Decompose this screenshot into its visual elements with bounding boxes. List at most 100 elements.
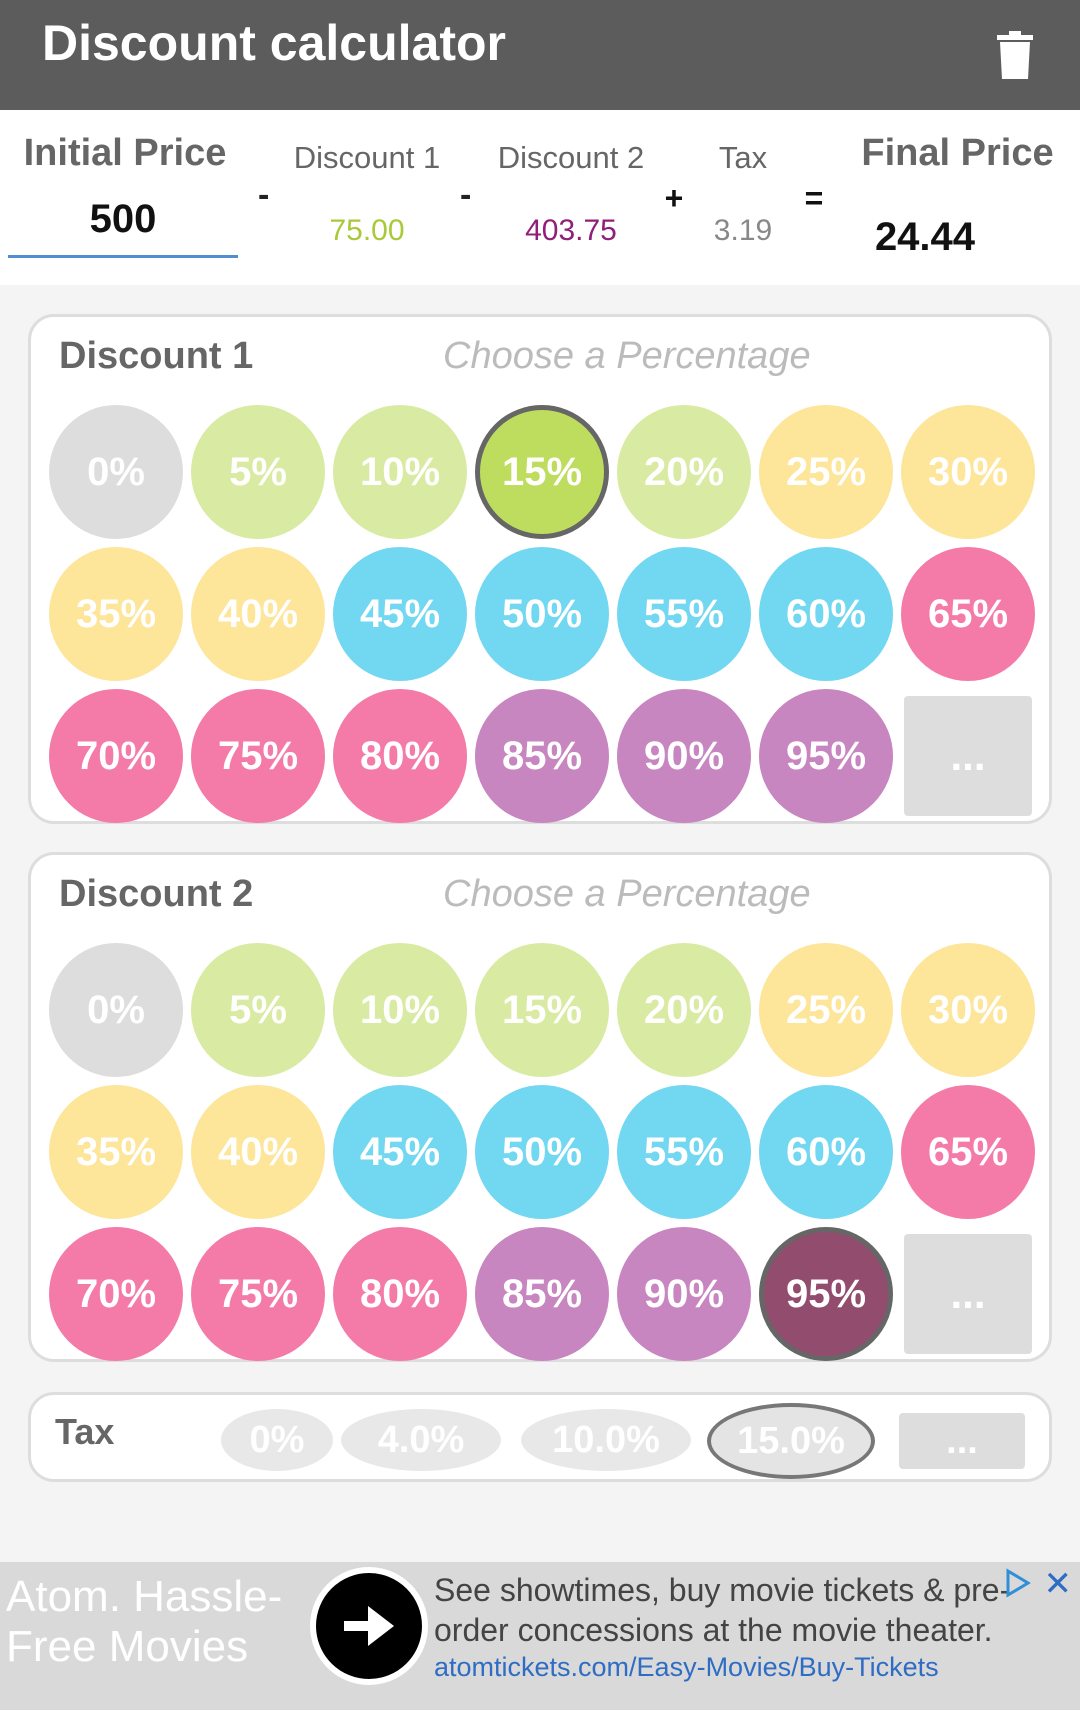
discount1-option[interactable]: 35%: [49, 547, 183, 681]
discount1-cell: 80%: [329, 685, 471, 827]
discount1-cell: 90%: [613, 685, 755, 827]
discount1-option[interactable]: 5%: [191, 405, 325, 539]
minus-sign-1: -: [258, 176, 270, 214]
discount2-card-title: Discount 2: [59, 873, 254, 915]
discount1-option[interactable]: 55%: [617, 547, 751, 681]
discount2-cell: 60%: [755, 1081, 897, 1223]
app-title[interactable]: Discount calculator: [42, 14, 506, 72]
discount1-hint: Choose a Percentage: [443, 335, 811, 377]
ad-banner[interactable]: Atom. Hassle-Free Movies See showtimes, …: [0, 1562, 1080, 1710]
trash-icon: [997, 31, 1033, 79]
discount2-option[interactable]: 55%: [617, 1085, 751, 1219]
discount1-cell: ...: [897, 685, 1039, 827]
discount2-more-button[interactable]: ...: [904, 1234, 1032, 1354]
discount1-option[interactable]: 50%: [475, 547, 609, 681]
discount2-option[interactable]: 50%: [475, 1085, 609, 1219]
plus-button[interactable]: +: [658, 180, 690, 218]
discount1-option[interactable]: 75%: [191, 689, 325, 823]
discount2-cell: 5%: [187, 939, 329, 1081]
discount2-option[interactable]: 30%: [901, 943, 1035, 1077]
tax-option[interactable]: 10.0%: [521, 1409, 691, 1471]
tax-more-button[interactable]: ...: [899, 1413, 1025, 1469]
discount2-option[interactable]: 80%: [333, 1227, 467, 1361]
discount2-cell: 70%: [45, 1223, 187, 1365]
discount2-cell: 40%: [187, 1081, 329, 1223]
discount1-option[interactable]: 80%: [333, 689, 467, 823]
discount2-cell: 10%: [329, 939, 471, 1081]
discount1-option[interactable]: 90%: [617, 689, 751, 823]
discount2-cell: 95%: [755, 1223, 897, 1365]
discount2-option[interactable]: 35%: [49, 1085, 183, 1219]
discount1-option-selected[interactable]: 15%: [475, 405, 609, 539]
tax-option-selected[interactable]: 15.0%: [707, 1403, 875, 1479]
app-bar: Discount calculator: [0, 0, 1080, 110]
discount1-option[interactable]: 70%: [49, 689, 183, 823]
discount2-value: 403.75: [525, 214, 617, 247]
discount1-card: Discount 1 Choose a Percentage 0% 5% 10% 15…: [28, 314, 1052, 824]
discount1-cell: 60%: [755, 543, 897, 685]
discount1-option[interactable]: 95%: [759, 689, 893, 823]
discount2-option[interactable]: 75%: [191, 1227, 325, 1361]
discount2-cell: 35%: [45, 1081, 187, 1223]
ad-go-button[interactable]: [310, 1567, 428, 1685]
discount1-cell: 50%: [471, 543, 613, 685]
ad-url[interactable]: atomtickets.com/Easy-Movies/Buy-Tickets: [434, 1652, 939, 1683]
minus-sign-2: -: [460, 176, 472, 214]
discount1-option[interactable]: 85%: [475, 689, 609, 823]
discount1-more-button[interactable]: ...: [904, 696, 1032, 816]
close-icon[interactable]: ✕: [1044, 1564, 1073, 1604]
discount1-cell: 0%: [45, 401, 187, 543]
discount1-option[interactable]: 60%: [759, 547, 893, 681]
discount2-option[interactable]: 60%: [759, 1085, 893, 1219]
tax-option[interactable]: 4.0%: [341, 1409, 501, 1471]
discount2-option[interactable]: 20%: [617, 943, 751, 1077]
discount1-cell: 45%: [329, 543, 471, 685]
discount1-option[interactable]: 45%: [333, 547, 467, 681]
ad-description: See showtimes, buy movie tickets & pre-o…: [434, 1572, 1011, 1648]
discount1-option[interactable]: 65%: [901, 547, 1035, 681]
initial-price-input[interactable]: 500: [8, 180, 238, 258]
discount2-option[interactable]: 65%: [901, 1085, 1035, 1219]
discount1-cell: 95%: [755, 685, 897, 827]
discount1-option[interactable]: 10%: [333, 405, 467, 539]
discount2-option[interactable]: 5%: [191, 943, 325, 1077]
discount2-cell: 45%: [329, 1081, 471, 1223]
ad-headline: Atom. Hassle-Free Movies: [6, 1572, 283, 1671]
discount1-cell: 15%: [471, 401, 613, 543]
tax-label: Tax: [718, 140, 768, 175]
tax-option[interactable]: 0%: [221, 1409, 333, 1471]
discount2-option[interactable]: 85%: [475, 1227, 609, 1361]
discount1-card-title: Discount 1: [59, 335, 254, 377]
discount2-option[interactable]: 45%: [333, 1085, 467, 1219]
discount2-option[interactable]: 90%: [617, 1227, 751, 1361]
discount1-option[interactable]: 25%: [759, 405, 893, 539]
discount2-option[interactable]: 70%: [49, 1227, 183, 1361]
discount1-option[interactable]: 40%: [191, 547, 325, 681]
discount2-label: Discount 2: [497, 140, 645, 175]
discount2-option[interactable]: 40%: [191, 1085, 325, 1219]
equals-button[interactable]: =: [798, 180, 830, 218]
arrow-right-icon: [344, 1606, 394, 1646]
discount1-cell: 85%: [471, 685, 613, 827]
discount1-cell: 70%: [45, 685, 187, 827]
discount2-option-selected[interactable]: 95%: [759, 1227, 893, 1361]
discount2-cell: 0%: [45, 939, 187, 1081]
discount2-option[interactable]: 15%: [475, 943, 609, 1077]
discount2-option[interactable]: 25%: [759, 943, 893, 1077]
discount2-option[interactable]: 10%: [333, 943, 467, 1077]
discount1-cell: 55%: [613, 543, 755, 685]
discount1-option[interactable]: 20%: [617, 405, 751, 539]
discount1-cell: 65%: [897, 543, 1039, 685]
discount1-cell: 10%: [329, 401, 471, 543]
clear-button[interactable]: [950, 0, 1080, 110]
discount2-cell: 25%: [755, 939, 897, 1081]
summary-strip: Initial Price 500 - Discount 1 75.00 - D…: [0, 110, 1080, 285]
discount1-option[interactable]: 30%: [901, 405, 1035, 539]
adchoices-icon[interactable]: [1002, 1568, 1032, 1603]
discount1-option[interactable]: 0%: [49, 405, 183, 539]
discount1-cell: 35%: [45, 543, 187, 685]
discount2-card: Discount 2 Choose a Percentage 0% 5% 10% 15…: [28, 852, 1052, 1362]
discount2-cell: 65%: [897, 1081, 1039, 1223]
discount1-cell: 20%: [613, 401, 755, 543]
discount2-option[interactable]: 0%: [49, 943, 183, 1077]
